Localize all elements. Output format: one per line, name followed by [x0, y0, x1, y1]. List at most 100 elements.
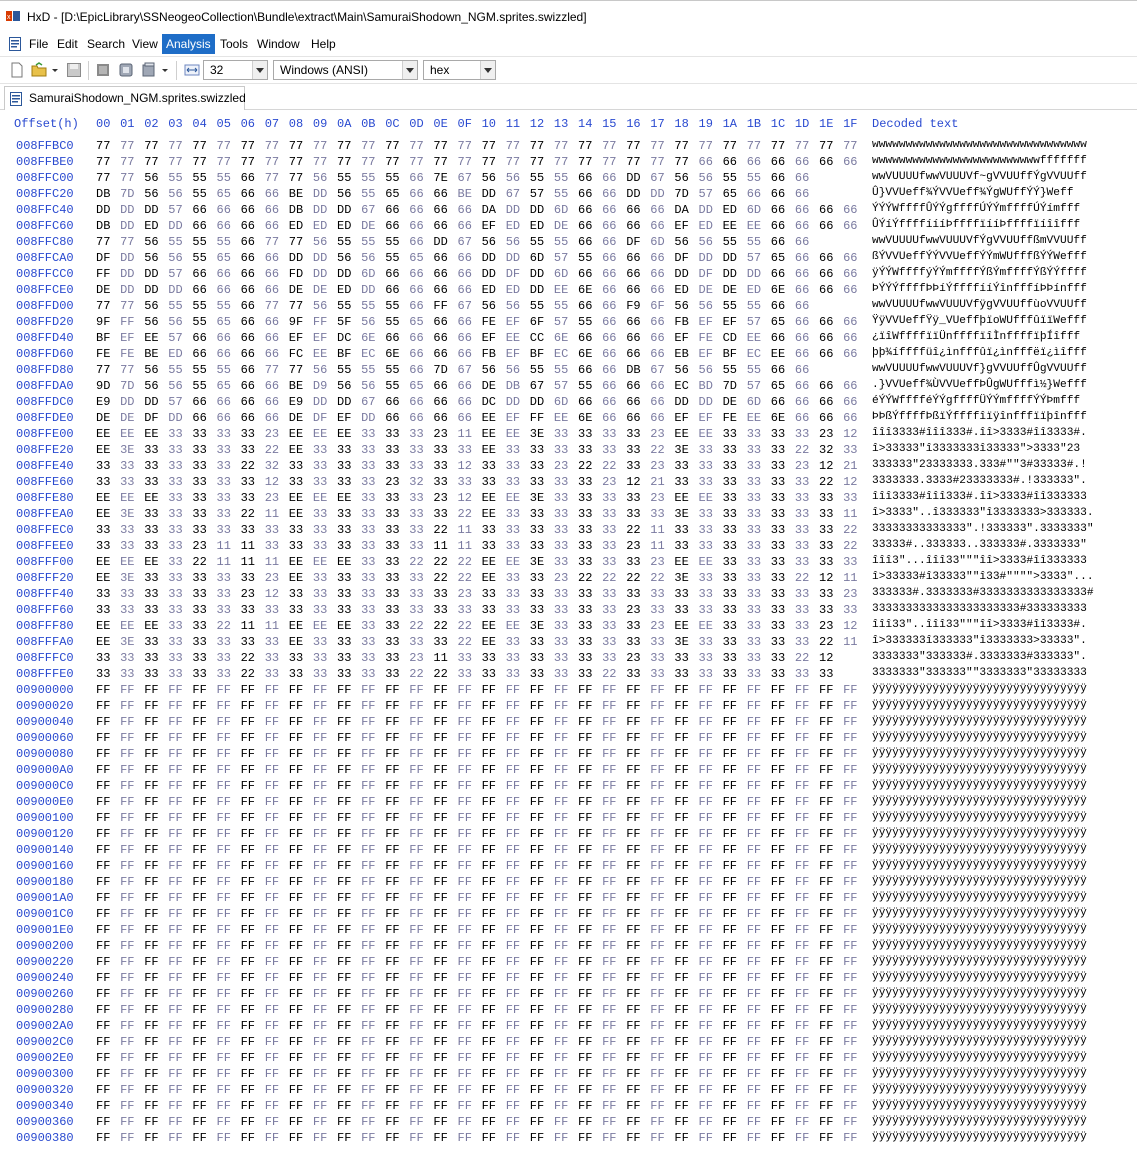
hex-byte[interactable]: 33 — [409, 459, 423, 473]
hex-byte[interactable]: FF — [699, 971, 713, 985]
hex-byte[interactable]: FF — [265, 1019, 279, 1033]
decoded-text[interactable]: î>3333"..î333333"î3333333>333333. — [872, 507, 1094, 519]
save-icon[interactable] — [66, 62, 82, 78]
hex-byte[interactable]: 22 — [458, 619, 472, 633]
hex-byte[interactable]: FF — [168, 1035, 182, 1049]
hex-byte[interactable]: FF — [168, 1051, 182, 1065]
hex-byte[interactable]: 66 — [602, 411, 616, 425]
hex-byte[interactable]: FF — [554, 1083, 568, 1097]
hex-byte[interactable]: FF — [192, 971, 206, 985]
hex-byte[interactable]: FF — [289, 875, 303, 889]
hex-byte[interactable]: 56 — [337, 379, 351, 393]
hex-byte[interactable]: FF — [747, 987, 761, 1001]
hex-byte[interactable]: 33 — [626, 507, 640, 521]
hex-byte[interactable]: FF — [650, 1035, 664, 1049]
hex-byte[interactable]: 66 — [409, 203, 423, 217]
hex-byte[interactable]: FF — [602, 763, 616, 777]
hex-byte[interactable]: 33 — [120, 603, 134, 617]
hex-byte[interactable]: 23 — [265, 491, 279, 505]
hex-byte[interactable]: 66 — [602, 203, 616, 217]
decoded-text[interactable]: î>33333"î3333333î33333">3333"23 — [872, 443, 1080, 455]
hex-byte[interactable]: 12 — [843, 427, 857, 441]
hex-byte[interactable]: FF — [144, 891, 158, 905]
hex-byte[interactable]: 66 — [795, 187, 809, 201]
hex-byte[interactable]: EE — [313, 555, 327, 569]
hex-byte[interactable]: FF — [747, 875, 761, 889]
hex-byte[interactable]: 3E — [530, 427, 544, 441]
hex-byte[interactable]: 33 — [361, 459, 375, 473]
hex-row[interactable]: 008FFC20 DB 7D 56 56 55 65 66 66 BE DD 56 55 65 66 66 BE… — [0, 187, 1137, 203]
hex-byte[interactable]: FF — [313, 683, 327, 697]
hex-byte[interactable]: FF — [385, 1035, 399, 1049]
hex-byte[interactable]: 67 — [458, 363, 472, 377]
hex-byte[interactable]: 22 — [819, 635, 833, 649]
hex-byte[interactable]: 66 — [217, 347, 231, 361]
hex-byte[interactable]: FF — [554, 955, 568, 969]
hex-byte[interactable]: 23 — [819, 619, 833, 633]
hex-byte[interactable]: FF — [144, 715, 158, 729]
hex-byte[interactable]: FF — [217, 1051, 231, 1065]
hex-byte[interactable]: FF — [650, 1083, 664, 1097]
hex-byte[interactable]: 77 — [361, 139, 375, 153]
hex-byte[interactable]: EE — [144, 619, 158, 633]
hex-byte[interactable]: EE — [482, 507, 496, 521]
hex-byte[interactable]: 11 — [650, 539, 664, 553]
hex-byte[interactable]: 66 — [217, 395, 231, 409]
hex-byte[interactable]: 77 — [192, 155, 206, 169]
hex-byte[interactable]: 66 — [602, 331, 616, 345]
hex-byte[interactable]: DF — [313, 411, 327, 425]
hex-byte[interactable]: 33 — [433, 635, 447, 649]
hex-byte[interactable]: 67 — [650, 171, 664, 185]
hex-byte[interactable]: 33 — [674, 587, 688, 601]
hex-byte[interactable]: FF — [144, 699, 158, 713]
hex-byte[interactable]: FF — [747, 907, 761, 921]
hex-byte[interactable]: EF — [289, 331, 303, 345]
hex-byte[interactable]: FF — [168, 731, 182, 745]
hex-byte[interactable]: 33 — [144, 635, 158, 649]
hex-byte[interactable]: FF — [313, 763, 327, 777]
hex-row[interactable]: 008FFE80 EE EE EE 33 33 33 33 23 EE EE EE 33 33 33 23 12… — [0, 491, 1137, 507]
hex-byte[interactable]: FF — [578, 1099, 592, 1113]
hex-byte[interactable]: FF — [289, 827, 303, 841]
hex-byte[interactable]: FF — [458, 875, 472, 889]
decoded-text[interactable]: ÿÿÿÿÿÿÿÿÿÿÿÿÿÿÿÿÿÿÿÿÿÿÿÿÿÿÿÿÿÿÿÿ — [872, 1083, 1087, 1095]
hex-byte[interactable]: FF — [96, 1067, 110, 1081]
hex-byte[interactable]: FF — [192, 763, 206, 777]
hex-byte[interactable]: 77 — [482, 139, 496, 153]
hex-byte[interactable]: 55 — [192, 251, 206, 265]
hex-byte[interactable]: 33 — [602, 443, 616, 457]
hex-byte[interactable]: FF — [626, 955, 640, 969]
hex-byte[interactable]: 32 — [265, 459, 279, 473]
hex-byte[interactable]: FF — [337, 907, 351, 921]
hex-byte[interactable]: 66 — [241, 363, 255, 377]
chevron-down-icon[interactable] — [402, 61, 417, 79]
hex-byte[interactable]: DD — [482, 251, 496, 265]
hex-byte[interactable]: 33 — [458, 443, 472, 457]
hex-byte[interactable]: 77 — [289, 299, 303, 313]
hex-byte[interactable]: 65 — [217, 251, 231, 265]
hex-byte[interactable]: 33 — [554, 587, 568, 601]
hex-byte[interactable]: 66 — [843, 331, 857, 345]
hex-byte[interactable]: FF — [241, 795, 255, 809]
hex-byte[interactable]: FF — [192, 699, 206, 713]
hex-byte[interactable]: EE — [144, 427, 158, 441]
hex-byte[interactable]: FF — [120, 747, 134, 761]
hex-byte[interactable]: 77 — [674, 139, 688, 153]
decoded-text[interactable]: wwVUUUUfwwVUUUVf}gVVUUffÛgVVUUff — [872, 363, 1087, 375]
hex-byte[interactable]: 3E — [120, 443, 134, 457]
hex-byte[interactable]: FF — [699, 811, 713, 825]
hex-byte[interactable]: 22 — [458, 635, 472, 649]
hex-byte[interactable]: 33 — [747, 459, 761, 473]
hex-byte[interactable]: 77 — [819, 139, 833, 153]
hex-byte[interactable]: DD — [361, 283, 375, 297]
hex-byte[interactable]: FF — [699, 827, 713, 841]
hex-byte[interactable]: FF — [241, 1115, 255, 1129]
hex-byte[interactable]: DB — [289, 203, 303, 217]
hex-byte[interactable]: 33 — [482, 603, 496, 617]
hex-byte[interactable]: 77 — [795, 139, 809, 153]
decoded-text[interactable]: ÿÿÿÿÿÿÿÿÿÿÿÿÿÿÿÿÿÿÿÿÿÿÿÿÿÿÿÿÿÿÿÿ — [872, 699, 1087, 711]
hex-byte[interactable]: FF — [554, 1051, 568, 1065]
hex-byte[interactable]: 55 — [385, 363, 399, 377]
hex-byte[interactable]: 66 — [650, 283, 664, 297]
hex-byte[interactable]: 33 — [217, 603, 231, 617]
